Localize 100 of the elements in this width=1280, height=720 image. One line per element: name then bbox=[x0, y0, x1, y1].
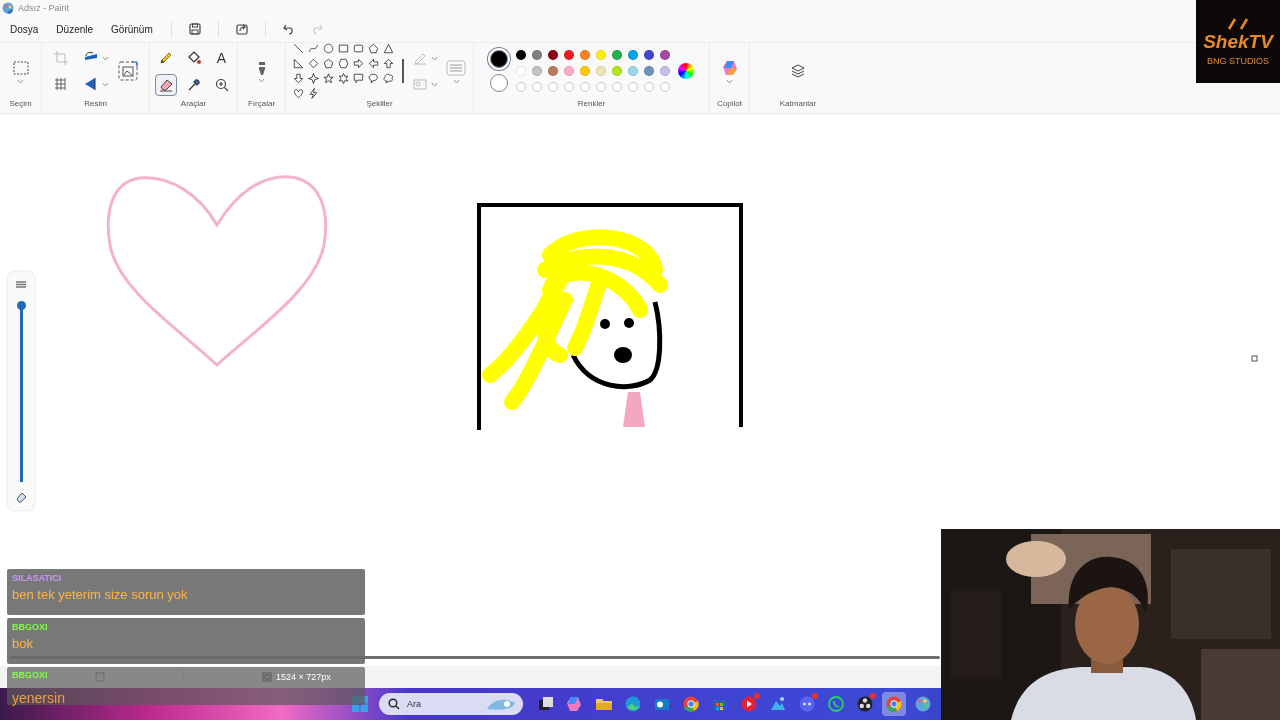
browser-icon bbox=[624, 695, 642, 713]
color-swatch[interactable] bbox=[659, 50, 670, 60]
color-swatch[interactable] bbox=[531, 66, 542, 76]
browser-icon bbox=[682, 695, 700, 713]
empty-color-slot[interactable] bbox=[659, 82, 670, 92]
group-label: Renkler bbox=[576, 99, 607, 110]
empty-color-slot[interactable] bbox=[611, 82, 622, 92]
empty-color-slot[interactable] bbox=[643, 82, 654, 92]
chevron-icon[interactable] bbox=[258, 77, 265, 83]
resize-icon[interactable] bbox=[52, 76, 69, 92]
empty-color-slot[interactable] bbox=[595, 82, 606, 92]
color-swatch[interactable] bbox=[515, 50, 526, 60]
shape-icon[interactable] bbox=[368, 58, 379, 69]
layers-icon[interactable] bbox=[790, 63, 806, 79]
shape-icon[interactable] bbox=[308, 58, 319, 69]
chevron-icon[interactable] bbox=[431, 55, 438, 61]
copilot-icon[interactable] bbox=[721, 58, 738, 77]
chevron-icon[interactable] bbox=[431, 81, 438, 87]
group-label: Fırçalar bbox=[246, 99, 277, 110]
menu-item[interactable]: Düzenle bbox=[50, 19, 100, 39]
eraser-icon[interactable] bbox=[154, 73, 177, 96]
current-color-swatch[interactable] bbox=[489, 50, 508, 68]
menu-item[interactable]: Görünüm bbox=[105, 19, 159, 39]
color-wheel-icon[interactable] bbox=[677, 63, 694, 79]
line-width-icon bbox=[15, 280, 27, 289]
shape-icon[interactable] bbox=[338, 58, 349, 69]
copilot-icon bbox=[566, 695, 584, 713]
shape-icon[interactable] bbox=[308, 73, 319, 84]
color-swatch[interactable] bbox=[643, 50, 654, 60]
color-swatch[interactable] bbox=[611, 66, 622, 76]
color-swatch[interactable] bbox=[659, 66, 670, 76]
shape-icon[interactable] bbox=[293, 58, 304, 69]
photos-icon bbox=[769, 695, 787, 713]
current-color-swatch[interactable] bbox=[489, 74, 508, 92]
shape-icon[interactable] bbox=[353, 58, 364, 69]
record-icon bbox=[856, 695, 874, 713]
chevron-icon[interactable] bbox=[101, 81, 109, 87]
color-swatch[interactable] bbox=[611, 50, 622, 60]
color-swatch[interactable] bbox=[547, 66, 558, 76]
share-icon[interactable] bbox=[234, 22, 249, 36]
shape-icon[interactable] bbox=[353, 73, 364, 84]
menu-item[interactable]: Dosya bbox=[4, 19, 45, 39]
chevron-icon[interactable] bbox=[17, 78, 24, 84]
text-tool[interactable]: A bbox=[210, 46, 233, 69]
color-swatch[interactable] bbox=[547, 50, 558, 60]
image-background-icon[interactable] bbox=[116, 60, 139, 82]
chevron-icon[interactable] bbox=[452, 78, 460, 84]
color-swatch[interactable] bbox=[595, 66, 606, 76]
paint-app-icon bbox=[2, 2, 14, 14]
logo-text: ShekTV bbox=[1203, 31, 1273, 53]
shape-icon[interactable] bbox=[368, 73, 379, 84]
shape-icon[interactable] bbox=[383, 43, 394, 54]
color-swatch[interactable] bbox=[531, 50, 542, 60]
color-swatch[interactable] bbox=[563, 50, 574, 60]
search-field[interactable]: Ara bbox=[379, 693, 523, 715]
undo-icon[interactable] bbox=[281, 22, 296, 36]
chevron-icon[interactable] bbox=[726, 78, 733, 84]
group-label: Resim bbox=[83, 99, 108, 110]
shape-icon[interactable] bbox=[293, 73, 304, 84]
shape-icon[interactable] bbox=[353, 43, 364, 54]
empty-color-slot[interactable] bbox=[547, 82, 558, 92]
shape-icon[interactable] bbox=[383, 73, 394, 84]
shape-icon[interactable] bbox=[338, 43, 349, 54]
empty-color-slot[interactable] bbox=[627, 82, 638, 92]
logo-subtitle: BNG STUDIOS bbox=[1207, 56, 1269, 66]
eraser-size-icon[interactable] bbox=[14, 490, 28, 504]
task-view-icon bbox=[537, 695, 555, 713]
window-title: Adsız - Paint bbox=[18, 3, 70, 13]
slider-thumb[interactable] bbox=[16, 301, 26, 310]
shape-icon[interactable] bbox=[308, 88, 319, 99]
chat-text: bok bbox=[12, 636, 33, 651]
color-swatch[interactable] bbox=[579, 50, 590, 60]
save-icon[interactable] bbox=[187, 22, 202, 36]
color-swatch[interactable] bbox=[627, 66, 638, 76]
color-swatch[interactable] bbox=[643, 66, 654, 76]
shape-icon[interactable] bbox=[323, 58, 334, 69]
shape-icon[interactable] bbox=[323, 43, 334, 54]
shape-icon[interactable] bbox=[308, 43, 319, 54]
empty-color-slot[interactable] bbox=[531, 82, 542, 92]
color-swatch[interactable] bbox=[563, 66, 574, 76]
shape-icon[interactable] bbox=[368, 43, 379, 54]
group-label: Katmanlar bbox=[778, 99, 818, 110]
chevron-icon[interactable] bbox=[101, 55, 109, 61]
color-swatch[interactable] bbox=[627, 50, 638, 60]
empty-color-slot[interactable] bbox=[563, 82, 574, 92]
chat-text: yenersin bbox=[12, 690, 65, 706]
color-swatch[interactable] bbox=[579, 66, 590, 76]
empty-color-slot[interactable] bbox=[579, 82, 590, 92]
resize-handle[interactable] bbox=[1251, 355, 1258, 362]
empty-color-slot[interactable] bbox=[515, 82, 526, 92]
shape-icon[interactable] bbox=[323, 73, 334, 84]
selection-icon[interactable] bbox=[11, 58, 30, 77]
shape-icon[interactable] bbox=[338, 73, 349, 84]
shape-icon[interactable] bbox=[293, 43, 304, 54]
shape-icon[interactable] bbox=[383, 58, 394, 69]
shape-icon[interactable] bbox=[293, 88, 304, 99]
color-swatch[interactable] bbox=[595, 50, 606, 60]
play-circle-icon bbox=[740, 695, 758, 713]
chat-username: SILASATICI bbox=[12, 573, 62, 583]
color-swatch[interactable] bbox=[515, 66, 526, 76]
